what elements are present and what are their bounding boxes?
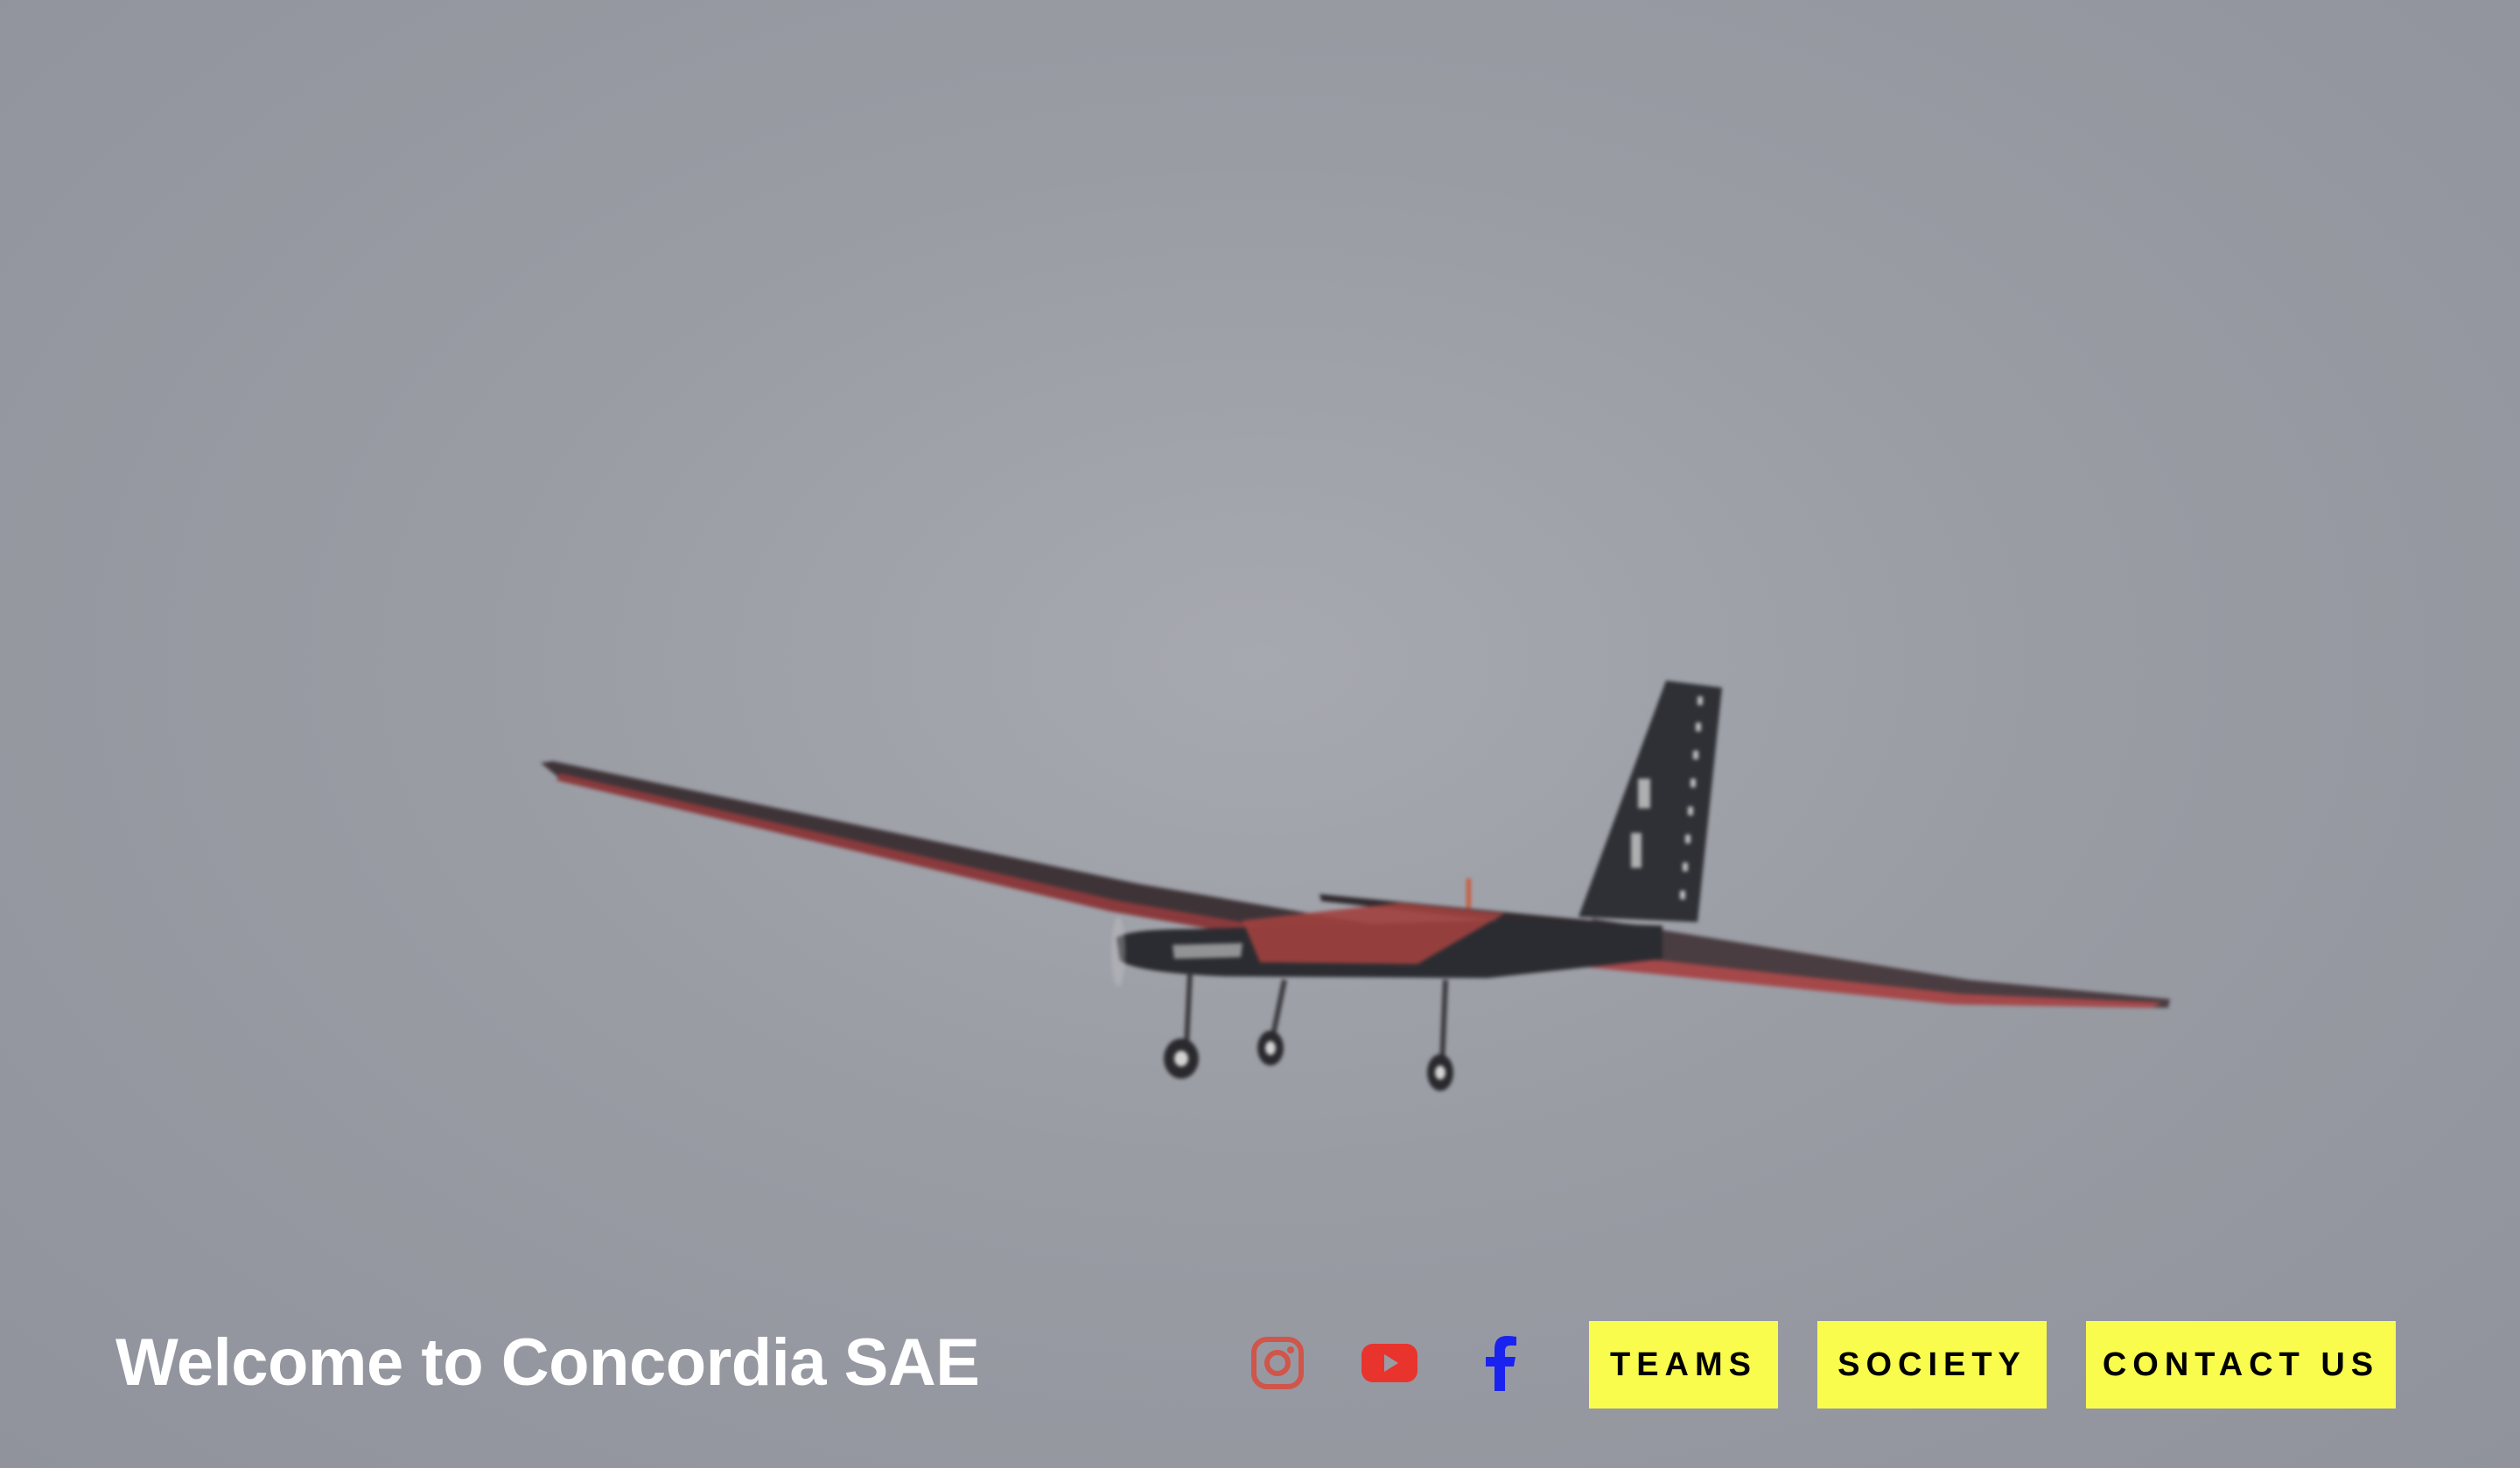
facebook-link[interactable] <box>1470 1332 1533 1395</box>
teams-button[interactable]: TEAMS <box>1589 1321 1778 1409</box>
page-title: Welcome to Concordia SAE <box>116 1325 980 1400</box>
hero-aircraft-image <box>541 681 2170 1091</box>
facebook-icon <box>1486 1336 1516 1391</box>
youtube-link[interactable] <box>1358 1332 1421 1395</box>
contact-us-button[interactable]: CONTACT US <box>2086 1321 2396 1409</box>
instagram-link[interactable] <box>1246 1332 1309 1395</box>
instagram-icon <box>1251 1337 1304 1389</box>
society-button[interactable]: SOCIETY <box>1817 1321 2047 1409</box>
youtube-icon <box>1362 1344 1418 1382</box>
hero-section: Welcome to Concordia SAE TEAMS SOCIETY C… <box>0 0 2520 1468</box>
